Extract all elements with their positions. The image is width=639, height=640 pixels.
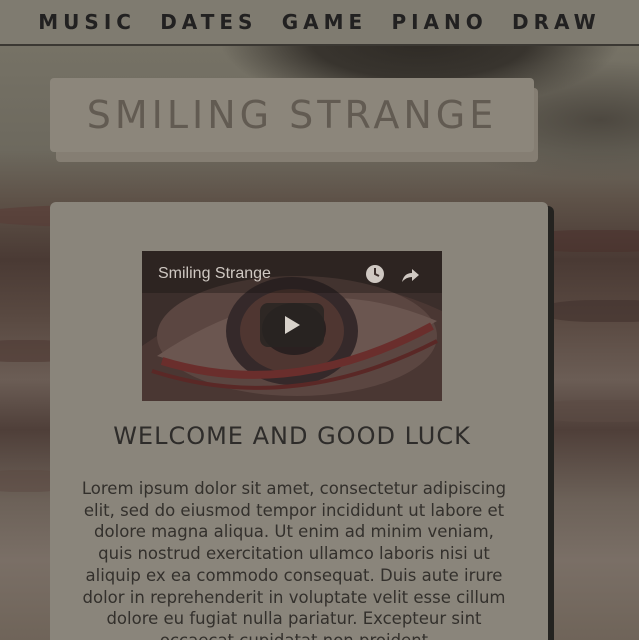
- site-title: SMILING STRANGE: [86, 93, 498, 137]
- share-icon[interactable]: [399, 264, 421, 286]
- top-nav: MUSIC DATES GAME PIANO DRAW: [0, 0, 639, 46]
- nav-dates[interactable]: DATES: [160, 10, 257, 34]
- video-embed[interactable]: Smiling Strange: [142, 251, 442, 401]
- intro-paragraph: Lorem ipsum dolor sit amet, consectetur …: [81, 479, 507, 640]
- content-card: Smiling Strange WELCOME AND GOOD LUCK Lo…: [50, 202, 548, 640]
- video-title[interactable]: Smiling Strange: [158, 265, 271, 283]
- nav-piano[interactable]: PIANO: [391, 10, 487, 34]
- clock-icon[interactable]: [364, 263, 386, 285]
- nav-music[interactable]: MUSIC: [38, 10, 136, 34]
- nav-game[interactable]: GAME: [282, 10, 367, 34]
- welcome-heading: WELCOME AND GOOD LUCK: [113, 422, 471, 450]
- play-button[interactable]: [260, 303, 324, 347]
- play-icon: [285, 316, 300, 334]
- nav-draw[interactable]: DRAW: [512, 10, 601, 34]
- title-banner: SMILING STRANGE: [50, 78, 534, 152]
